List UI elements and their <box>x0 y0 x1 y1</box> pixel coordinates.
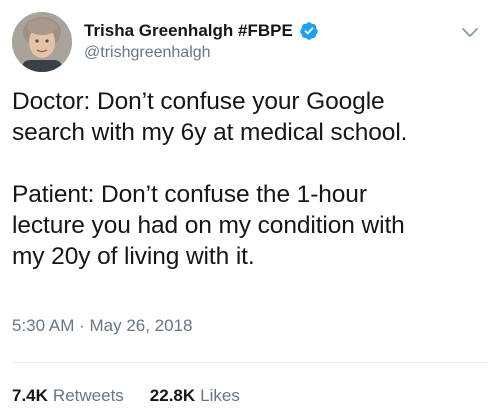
tweet-author: Trisha Greenhalgh #FBPE @trishgreenhalgh <box>84 20 319 62</box>
likes-label: Likes <box>200 386 240 405</box>
author-display-name[interactable]: Trisha Greenhalgh #FBPE <box>84 21 293 41</box>
tweet-card: Trisha Greenhalgh #FBPE @trishgreenhalgh… <box>0 0 500 418</box>
divider <box>12 362 488 363</box>
author-name-row: Trisha Greenhalgh #FBPE <box>84 20 319 42</box>
avatar[interactable] <box>12 12 72 72</box>
likes-count: 22.8K <box>149 386 196 405</box>
tweet-timestamp[interactable]: 5:30 AM · May 26, 2018 <box>12 316 193 336</box>
retweets-stat[interactable]: 7.4K Retweets <box>12 386 124 406</box>
likes-stat[interactable]: 22.8K Likes <box>150 386 240 406</box>
tweet-stats: 7.4K Retweets 22.8K Likes <box>12 386 240 406</box>
author-handle[interactable]: @trishgreenhalgh <box>84 44 319 62</box>
chevron-down-icon[interactable] <box>460 22 480 42</box>
verified-badge-icon <box>300 22 318 40</box>
tweet-text: Doctor: Don’t confuse your Google search… <box>12 88 408 270</box>
retweets-label: Retweets <box>52 386 124 405</box>
retweets-count: 7.4K <box>12 386 48 405</box>
